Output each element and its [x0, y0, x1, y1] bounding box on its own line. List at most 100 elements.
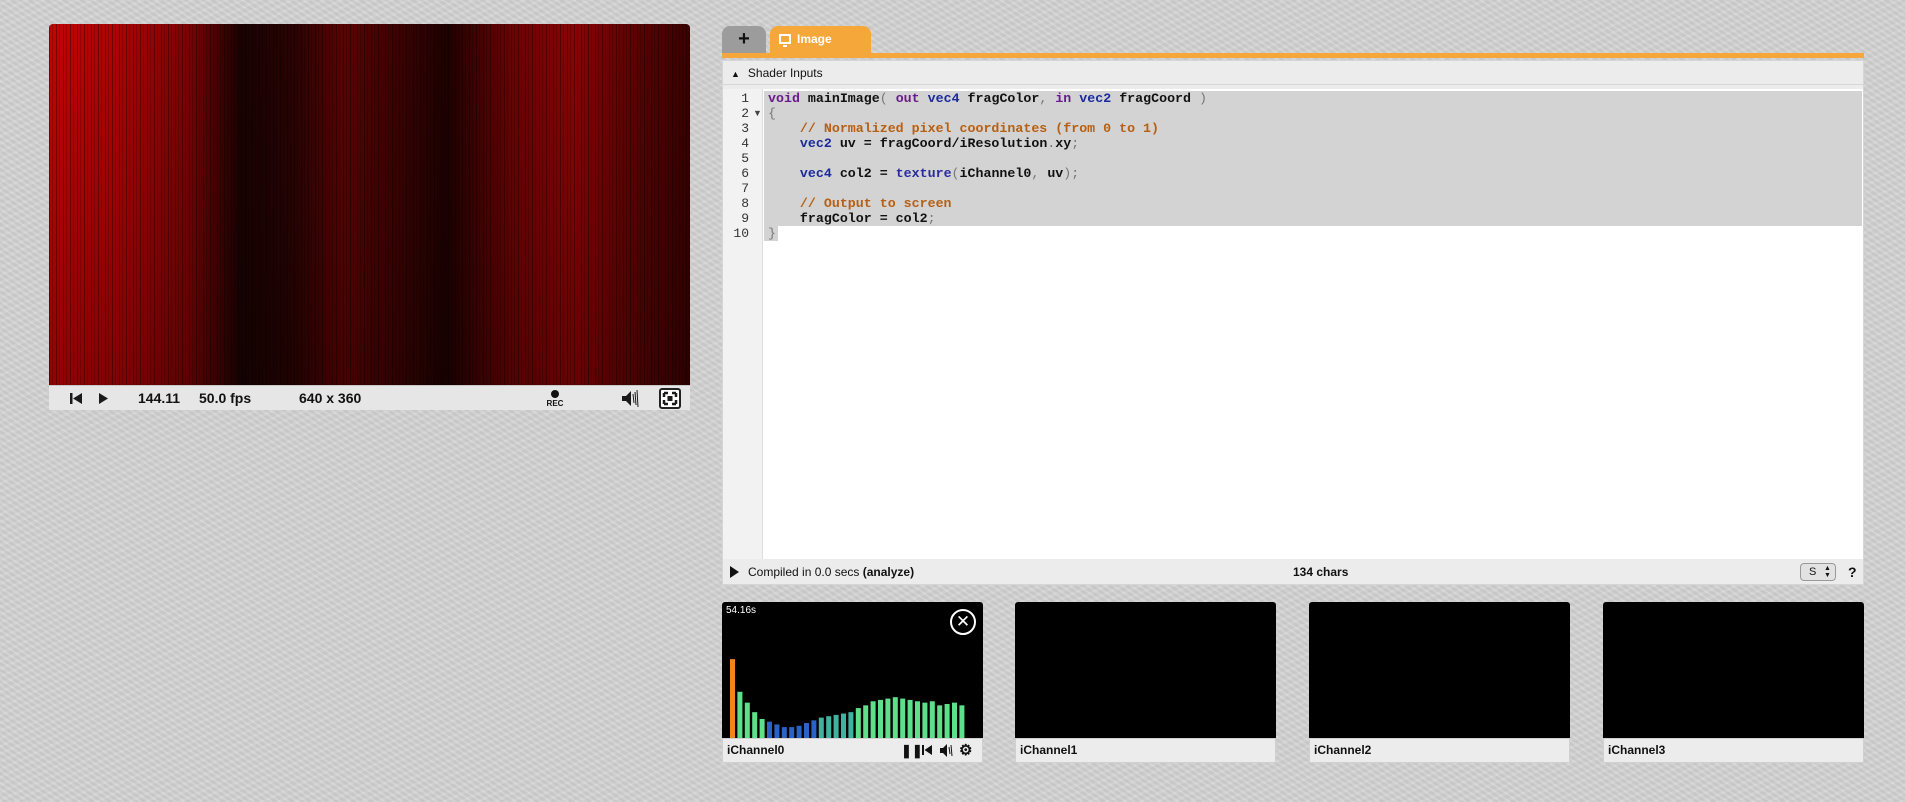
spectrum-bar — [959, 705, 965, 738]
fullscreen-button[interactable] — [659, 388, 681, 409]
spectrum-bar — [833, 714, 839, 738]
code-token: in — [1055, 91, 1080, 106]
code-token: fragColor — [967, 91, 1040, 106]
spectrum-bar — [907, 699, 913, 738]
speaker-icon[interactable] — [939, 739, 953, 762]
audio-spectrum — [730, 659, 965, 738]
volume-button[interactable] — [621, 386, 639, 411]
spectrum-bar — [759, 718, 765, 738]
monitor-icon — [779, 34, 791, 47]
code-token: mainImage — [807, 91, 880, 106]
code-token: { — [768, 106, 776, 121]
code-line[interactable]: } — [764, 226, 778, 241]
shader-inputs-label: Shader Inputs — [747, 66, 823, 80]
font-size-select-value: S — [1809, 566, 1817, 578]
code-line[interactable] — [764, 151, 1862, 166]
add-tab-button[interactable]: + — [722, 26, 766, 53]
code-token: uv = fragCoord/iResolution — [839, 136, 1048, 151]
code-token: ; — [1071, 136, 1080, 151]
code-token: vec4 — [768, 166, 840, 181]
compile-play-icon — [730, 566, 739, 578]
code-token: // Normalized pixel coordinates (from 0 … — [768, 121, 1159, 136]
code-token: vec2 — [768, 136, 840, 151]
code-token: fragColor = col2 — [768, 211, 928, 226]
code-token: ); — [1063, 166, 1080, 181]
spectrum-bar — [811, 720, 817, 738]
spectrum-bar — [774, 724, 780, 738]
analyze-link[interactable]: (analyze) — [863, 565, 914, 579]
code-token: ( — [951, 166, 960, 181]
spectrum-bar — [855, 708, 861, 738]
compile-button[interactable] — [729, 560, 740, 592]
channel-preview[interactable] — [1603, 602, 1864, 738]
channel-label: iChannel3 — [1603, 738, 1864, 763]
spectrum-bar — [841, 713, 846, 738]
rewind-icon[interactable] — [921, 739, 933, 762]
channel-slot-1[interactable]: iChannel1 — [1015, 602, 1276, 763]
spectrum-bar — [870, 701, 876, 738]
line-number: 7 — [741, 181, 749, 196]
pause-icon[interactable]: ❚❚ — [901, 739, 923, 762]
line-number: 4 — [741, 136, 749, 151]
code-line[interactable]: vec4 col2 = texture(iChannel0, uv); — [764, 166, 1862, 181]
char-count: 134 chars — [1293, 565, 1349, 579]
play-button[interactable] — [97, 386, 109, 411]
channel-slot-0[interactable]: 54.16s ✕ iChannel0 ❚❚ ⚙ — [722, 602, 983, 763]
code-token: , — [1039, 91, 1056, 106]
rewind-button[interactable] — [69, 386, 83, 411]
help-button[interactable]: ? — [1848, 560, 1857, 584]
code-token: col2 = — [839, 166, 896, 181]
collapse-triangle-icon: ▲ — [731, 69, 740, 79]
code-token: vec2 — [1079, 91, 1120, 106]
spectrum-bar — [944, 704, 950, 738]
shader-preview-panel: 144.11 50.0 fps 640 x 360 REC — [49, 24, 690, 410]
channel-slot-3[interactable]: iChannel3 — [1603, 602, 1864, 763]
code-token: fragCoord — [1119, 91, 1199, 106]
channel-time: 54.16s — [726, 605, 757, 616]
tab-underline — [722, 53, 1864, 58]
font-size-select[interactable]: S ▲ ▼ — [1800, 563, 1836, 581]
code-token: xy — [1055, 136, 1072, 151]
spectrum-bar — [796, 725, 802, 738]
spectrum-bar — [767, 721, 772, 738]
code-token: out — [895, 91, 928, 106]
record-icon — [551, 390, 559, 398]
fps-readout: 50.0 fps — [199, 390, 252, 406]
speaker-icon — [622, 389, 639, 408]
channel-preview[interactable]: 54.16s ✕ — [722, 602, 983, 738]
fold-arrow-icon[interactable]: ▼ — [753, 108, 762, 118]
code-line[interactable]: { — [764, 106, 1862, 121]
gear-icon[interactable]: ⚙ — [959, 739, 972, 762]
spectrum-bar — [915, 701, 920, 738]
spectrum-bar — [804, 723, 809, 738]
channel-preview[interactable] — [1309, 602, 1570, 738]
channel-slot-2[interactable]: iChannel2 — [1309, 602, 1570, 763]
code-line[interactable]: void mainImage( out vec4 fragColor, in v… — [764, 91, 1862, 106]
shader-inputs-toggle[interactable]: ▲ Shader Inputs — [723, 61, 1863, 85]
code-line[interactable]: vec2 uv = fragCoord/iResolution.xy; — [764, 136, 1862, 151]
spectrum-bar — [885, 698, 891, 738]
code-line[interactable] — [764, 181, 1862, 196]
line-number: 9 — [741, 211, 749, 226]
channel-label: iChannel0 — [727, 743, 785, 757]
code-token: vec4 — [927, 91, 968, 106]
play-icon — [99, 393, 108, 404]
record-button[interactable]: REC — [543, 388, 567, 410]
shader-canvas[interactable] — [49, 24, 690, 385]
spectrum-bar — [781, 727, 787, 738]
channel-label: iChannel1 — [1015, 738, 1276, 763]
code-line[interactable]: // Output to screen — [764, 196, 1862, 211]
line-number: 3 — [741, 121, 749, 136]
editor-tabs: + Image — [722, 26, 1864, 53]
spectrum-bar — [892, 697, 898, 738]
code-area[interactable]: 1 2 3 4 5 6 7 8 9 10 ▼ void mainImage( o… — [723, 89, 1863, 559]
code-line[interactable]: fragColor = col2; — [764, 211, 1862, 226]
code-token: , — [1031, 166, 1048, 181]
code-editor-panel: ▲ Shader Inputs 1 2 3 4 5 6 7 8 9 10 ▼ vo… — [722, 60, 1864, 585]
close-icon[interactable]: ✕ — [950, 609, 976, 635]
spectrum-bar — [900, 698, 906, 738]
line-number: 6 — [741, 166, 749, 181]
tab-image[interactable]: Image — [770, 26, 871, 53]
code-line[interactable]: // Normalized pixel coordinates (from 0 … — [764, 121, 1862, 136]
channel-preview[interactable] — [1015, 602, 1276, 738]
